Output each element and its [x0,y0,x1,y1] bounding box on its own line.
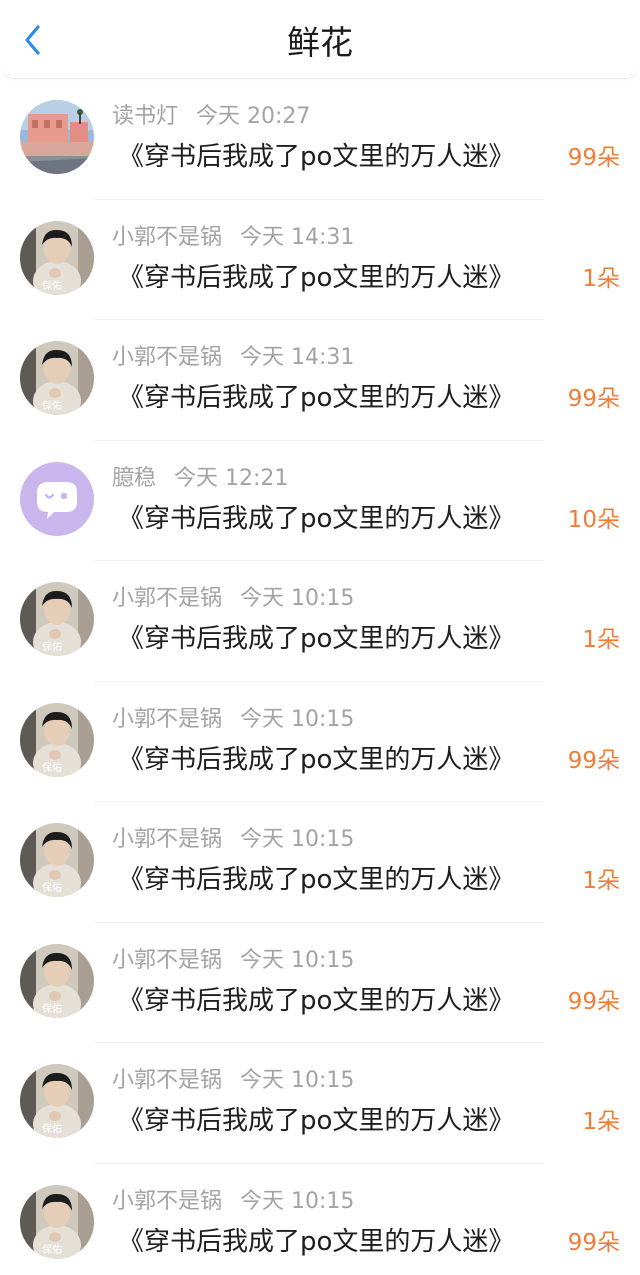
flower-count: 1朵 [582,265,620,292]
username[interactable]: 小郭不是锅 [112,225,222,250]
avatar[interactable]: 保佑 [20,1184,94,1259]
item-meta: 小郭不是锅 今天 10:15 [112,1067,354,1095]
flower-count: 1朵 [582,627,620,653]
svg-text:保佑: 保佑 [42,640,62,653]
book-title[interactable]: 《穿书后我成了po文里的万人迷》 [118,863,514,897]
item-meta: 臆稳 今天 12:21 [112,465,288,493]
list-item[interactable]: 保佑 小郭不是锅 今天 10:15 《穿书后我成了po文里的万人迷》 99朵 [0,1164,640,1275]
avatar[interactable]: 保佑 [20,702,94,777]
avatar[interactable]: 保佑 [20,341,94,415]
avatar[interactable] [20,100,94,174]
list-item[interactable]: 读书灯 今天 20:27 《穿书后我成了po文里的万人迷》 99朵 [0,79,640,200]
book-title[interactable]: 《穿书后我成了po文里的万人迷》 [118,1104,514,1138]
person-avatar-icon: 保佑 [20,943,94,1018]
list-item[interactable]: 保佑 小郭不是锅 今天 10:15 《穿书后我成了po文里的万人迷》 1朵 [0,802,640,923]
timestamp: 今天 10:15 [240,947,355,973]
flower-count: 99朵 [567,1229,620,1256]
timestamp: 今天 10:15 [240,1188,355,1214]
avatar[interactable]: 保佑 [20,582,94,656]
person-avatar-icon: 保佑 [20,702,94,777]
flower-list: 读书灯 今天 20:27 《穿书后我成了po文里的万人迷》 99朵 保佑 小郭不是… [0,79,640,1275]
list-item[interactable]: 保佑 小郭不是锅 今天 10:15 《穿书后我成了po文里的万人迷》 1朵 [0,561,640,682]
item-meta: 小郭不是锅 今天 10:15 [112,947,354,975]
timestamp: 今天 10:15 [240,827,355,852]
item-meta: 小郭不是锅 今天 14:31 [112,344,354,372]
username[interactable]: 小郭不是锅 [112,586,222,611]
item-meta: 小郭不是锅 今天 10:15 [112,585,354,613]
person-avatar-icon: 保佑 [20,220,94,295]
avatar[interactable]: 保佑 [20,823,94,897]
username[interactable]: 臆稳 [112,466,156,491]
list-item[interactable]: 保佑 小郭不是锅 今天 10:15 《穿书后我成了po文里的万人迷》 99朵 [0,923,640,1043]
page-title: 鲜花 [287,23,353,62]
avatar[interactable]: 保佑 [20,1064,94,1138]
avatar[interactable]: 保佑 [20,220,94,295]
flower-count: 99朵 [567,145,620,171]
timestamp: 今天 10:15 [240,1068,355,1093]
item-meta: 读书灯 今天 20:27 [112,103,310,131]
book-title[interactable]: 《穿书后我成了po文里的万人迷》 [118,140,514,174]
timestamp: 今天 14:31 [240,345,355,370]
username[interactable]: 小郭不是锅 [112,1189,222,1214]
book-title[interactable]: 《穿书后我成了po文里的万人迷》 [118,1225,514,1259]
person-avatar-icon: 保佑 [20,582,94,656]
flower-count: 10朵 [567,506,620,533]
item-meta: 小郭不是锅 今天 10:15 [112,706,354,734]
username[interactable]: 小郭不是锅 [112,827,222,852]
flower-count: 1朵 [582,1109,620,1135]
flower-count: 1朵 [582,868,620,894]
timestamp: 今天 14:31 [240,224,355,250]
timestamp: 今天 12:21 [174,465,289,491]
item-meta: 小郭不是锅 今天 10:15 [112,826,354,854]
list-item[interactable]: 保佑 小郭不是锅 今天 14:31 《穿书后我成了po文里的万人迷》 1朵 [0,200,640,320]
book-title[interactable]: 《穿书后我成了po文里的万人迷》 [118,261,514,295]
item-meta: 小郭不是锅 今天 14:31 [112,224,354,252]
timestamp: 今天 10:15 [240,586,355,611]
avatar[interactable]: 保佑 [20,943,94,1018]
list-item[interactable]: 保佑 小郭不是锅 今天 10:15 《穿书后我成了po文里的万人迷》 1朵 [0,1043,640,1164]
svg-text:保佑: 保佑 [42,279,62,292]
book-title[interactable]: 《穿书后我成了po文里的万人迷》 [118,502,514,536]
list-item[interactable]: 保佑 小郭不是锅 今天 10:15 《穿书后我成了po文里的万人迷》 99朵 [0,682,640,802]
flower-count: 99朵 [567,386,620,412]
item-meta: 小郭不是锅 今天 10:15 [112,1188,354,1216]
username[interactable]: 小郭不是锅 [112,345,222,370]
book-title[interactable]: 《穿书后我成了po文里的万人迷》 [118,622,514,656]
book-title[interactable]: 《穿书后我成了po文里的万人迷》 [118,381,514,415]
book-title[interactable]: 《穿书后我成了po文里的万人迷》 [118,984,514,1018]
timestamp: 今天 10:15 [240,706,355,732]
person-avatar-icon: 保佑 [20,1184,94,1259]
username[interactable]: 小郭不是锅 [112,948,222,973]
svg-text:保佑: 保佑 [42,1122,62,1135]
flower-count: 99朵 [567,747,620,774]
landscape-avatar-icon [20,100,94,174]
username[interactable]: 小郭不是锅 [112,1068,222,1093]
svg-text:保佑: 保佑 [42,1243,62,1256]
person-avatar-icon: 保佑 [20,823,94,897]
list-item[interactable]: 保佑 小郭不是锅 今天 14:31 《穿书后我成了po文里的万人迷》 99朵 [0,320,640,441]
avatar[interactable] [20,461,94,536]
svg-text:保佑: 保佑 [42,399,62,412]
username[interactable]: 小郭不是锅 [112,707,222,732]
person-avatar-icon: 保佑 [20,341,94,415]
list-item[interactable]: 臆稳 今天 12:21 《穿书后我成了po文里的万人迷》 10朵 [0,441,640,561]
username[interactable]: 读书灯 [112,104,178,129]
book-title[interactable]: 《穿书后我成了po文里的万人迷》 [118,743,514,777]
svg-text:保佑: 保佑 [42,761,62,774]
top-bar: 鲜花 [0,0,640,79]
person-avatar-icon: 保佑 [20,1064,94,1138]
svg-text:保佑: 保佑 [42,1002,62,1015]
chat-bubble-avatar-icon [20,461,94,536]
svg-text:保佑: 保佑 [42,881,62,894]
timestamp: 今天 20:27 [196,104,311,129]
flower-count: 99朵 [567,988,620,1015]
